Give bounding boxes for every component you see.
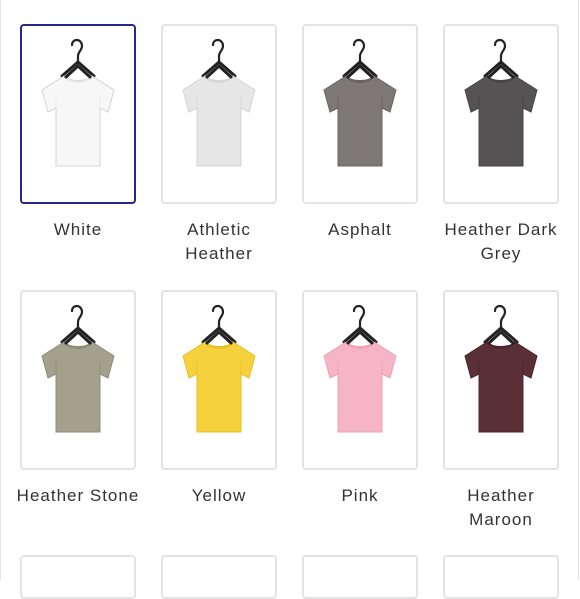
swatch-label: Heather Dark Grey <box>444 220 558 263</box>
swatch-label: Pink <box>341 486 379 505</box>
swatch-athletic-heather[interactable]: Athletic Heather <box>161 24 277 266</box>
swatch-tile[interactable] <box>302 290 418 470</box>
tshirt-icon <box>464 38 538 167</box>
swatch-asphalt[interactable]: Asphalt <box>302 24 418 242</box>
tshirt-icon <box>41 304 115 433</box>
swatch-heather-dark-grey[interactable]: Heather Dark Grey <box>443 24 559 266</box>
tshirt-icon <box>182 304 256 433</box>
swatch-tile[interactable] <box>161 290 277 470</box>
swatch-tile[interactable] <box>20 24 136 204</box>
swatch-label: Heather Stone <box>16 486 140 505</box>
swatch-tile-partial[interactable] <box>20 555 136 599</box>
swatch-tile-partial[interactable] <box>161 555 277 599</box>
swatch-tile[interactable] <box>443 290 559 470</box>
tshirt-icon <box>182 38 256 167</box>
swatch-yellow[interactable]: Yellow <box>161 290 277 508</box>
swatch-label: White <box>53 220 103 239</box>
swatch-label: Yellow <box>191 486 247 505</box>
swatch-pink[interactable]: Pink <box>302 290 418 508</box>
swatch-heather-stone[interactable]: Heather Stone <box>17 290 138 508</box>
tshirt-icon <box>41 38 115 167</box>
swatch-heather-maroon[interactable]: Heather Maroon <box>443 290 559 532</box>
swatch-label: Asphalt <box>328 220 392 239</box>
swatch-tile[interactable] <box>20 290 136 470</box>
swatch-tile[interactable] <box>302 24 418 204</box>
color-swatch-grid: White Athletic Heather Asphalt Heather D… <box>0 0 580 599</box>
swatch-tile[interactable] <box>161 24 277 204</box>
tshirt-icon <box>464 304 538 433</box>
swatch-tile[interactable] <box>443 24 559 204</box>
swatch-white[interactable]: White <box>20 24 136 242</box>
tshirt-icon <box>323 38 397 167</box>
swatch-tile-partial[interactable] <box>302 555 418 599</box>
swatch-label: Heather Maroon <box>467 486 535 529</box>
swatch-tile-partial[interactable] <box>443 555 559 599</box>
swatch-label: Athletic Heather <box>185 220 253 263</box>
tshirt-icon <box>323 304 397 433</box>
